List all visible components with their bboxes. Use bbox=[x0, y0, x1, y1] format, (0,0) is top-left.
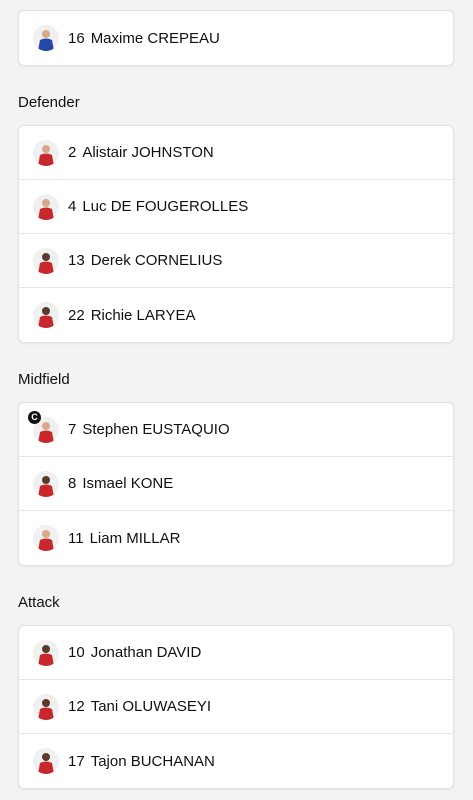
player-red-kit-icon bbox=[38, 475, 54, 497]
player-row[interactable]: 2 Alistair JOHNSTON bbox=[19, 126, 453, 180]
player-red-kit-icon bbox=[38, 252, 54, 274]
goalkeeper-card: 16 Maxime CREPEAU bbox=[18, 10, 454, 66]
player-label: 11 Liam MILLAR bbox=[68, 530, 180, 547]
section-title-defender: Defender bbox=[18, 94, 80, 111]
player-number: 22 bbox=[68, 306, 85, 324]
player-number: 17 bbox=[68, 752, 85, 770]
player-number: 13 bbox=[68, 252, 85, 269]
midfield-card: C 7 Stephen EUSTAQUIO 8 Ismael KONE 11 L… bbox=[18, 402, 454, 566]
player-red-kit-icon bbox=[38, 644, 54, 666]
player-name: Alistair JOHNSTON bbox=[82, 144, 214, 161]
player-name: Tani OLUWASEYI bbox=[90, 698, 212, 715]
player-number: 12 bbox=[68, 698, 85, 715]
player-avatar bbox=[33, 470, 59, 497]
attack-card: 10 Jonathan DAVID 12 Tani OLUWASEYI 17 T… bbox=[18, 625, 454, 789]
player-label: 2 Alistair JOHNSTON bbox=[68, 144, 214, 161]
player-label: 10 Jonathan DAVID bbox=[68, 644, 201, 661]
player-number: 8 bbox=[68, 475, 77, 492]
player-avatar-blue-kit bbox=[33, 25, 59, 51]
player-row[interactable]: 13 Derek CORNELIUS bbox=[19, 234, 453, 288]
player-row[interactable]: 4 Luc DE FOUGEROLLES bbox=[19, 180, 453, 234]
player-avatar bbox=[33, 693, 59, 720]
player-label: 12 Tani OLUWASEYI bbox=[68, 698, 211, 715]
player-name: Jonathan DAVID bbox=[90, 644, 202, 661]
player-blue-kit-icon bbox=[38, 30, 54, 51]
player-red-kit-icon bbox=[38, 753, 54, 774]
player-label: 4 Luc DE FOUGEROLLES bbox=[68, 198, 248, 215]
player-avatar bbox=[33, 748, 59, 774]
section-title-attack: Attack bbox=[18, 594, 60, 611]
player-label: 22 Richie LARYEA bbox=[68, 307, 195, 324]
player-avatar bbox=[33, 525, 59, 551]
player-label: 16 Maxime CREPEAU bbox=[68, 30, 220, 47]
player-name: Liam MILLAR bbox=[89, 529, 181, 547]
player-row[interactable]: 22 Richie LARYEA bbox=[19, 288, 453, 342]
player-row[interactable]: 10 Jonathan DAVID bbox=[19, 626, 453, 680]
player-label: 8 Ismael KONE bbox=[68, 475, 173, 492]
player-avatar bbox=[33, 639, 59, 666]
player-red-kit-icon bbox=[38, 530, 54, 551]
player-number: 7 bbox=[68, 421, 77, 438]
player-row[interactable]: 12 Tani OLUWASEYI bbox=[19, 680, 453, 734]
player-label: 7 Stephen EUSTAQUIO bbox=[68, 421, 230, 438]
player-name: Luc DE FOUGEROLLES bbox=[82, 198, 249, 215]
player-avatar bbox=[33, 193, 59, 220]
player-name: Richie LARYEA bbox=[90, 306, 196, 324]
section-title-midfield: Midfield bbox=[18, 371, 70, 388]
player-row[interactable]: 17 Tajon BUCHANAN bbox=[19, 734, 453, 788]
player-name: Stephen EUSTAQUIO bbox=[82, 421, 230, 438]
player-name: Derek CORNELIUS bbox=[90, 252, 223, 269]
player-number: 16 bbox=[68, 29, 85, 47]
player-avatar bbox=[33, 139, 59, 166]
player-red-kit-icon bbox=[38, 198, 54, 220]
player-number: 4 bbox=[68, 198, 77, 215]
player-name: Tajon BUCHANAN bbox=[90, 752, 215, 770]
player-label: 13 Derek CORNELIUS bbox=[68, 252, 222, 269]
player-red-kit-icon bbox=[38, 307, 54, 328]
player-row[interactable]: 8 Ismael KONE bbox=[19, 457, 453, 511]
player-red-kit-icon bbox=[38, 144, 54, 166]
player-number: 11 bbox=[68, 529, 84, 547]
player-number: 2 bbox=[68, 144, 77, 161]
player-row[interactable]: 11 Liam MILLAR bbox=[19, 511, 453, 565]
player-name: Maxime CREPEAU bbox=[90, 29, 220, 47]
captain-badge-icon: C bbox=[28, 411, 41, 424]
player-number: 10 bbox=[68, 644, 85, 661]
player-red-kit-icon bbox=[38, 698, 54, 720]
player-row[interactable]: 16 Maxime CREPEAU bbox=[19, 11, 453, 65]
squad-list-page: 16 Maxime CREPEAU Defender 2 Alistair JOHN… bbox=[0, 0, 473, 800]
player-avatar bbox=[33, 247, 59, 274]
player-name: Ismael KONE bbox=[82, 475, 174, 492]
player-avatar bbox=[33, 302, 59, 328]
defender-card: 2 Alistair JOHNSTON 4 Luc DE FOUGEROLLES bbox=[18, 125, 454, 343]
player-row[interactable]: C 7 Stephen EUSTAQUIO bbox=[19, 403, 453, 457]
player-label: 17 Tajon BUCHANAN bbox=[68, 753, 215, 770]
